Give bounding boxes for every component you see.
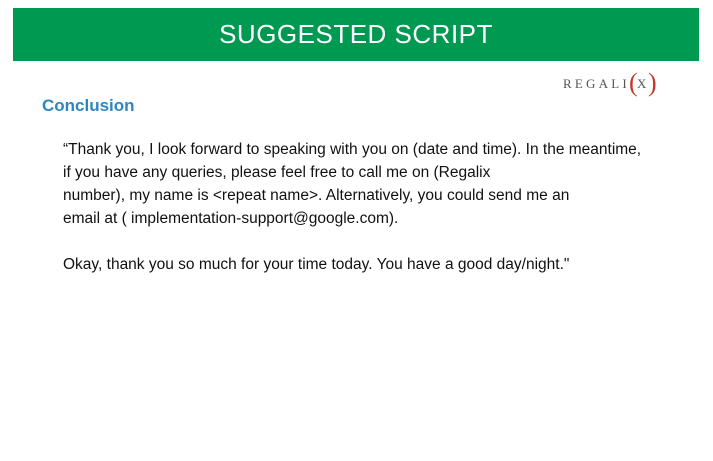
script-line: if you have any queries, please feel fre… <box>63 164 491 181</box>
logo-letters: REGALI <box>563 76 630 91</box>
script-line: “Thank you, I look forward to speaking w… <box>63 141 642 158</box>
section-title: Conclusion <box>42 96 135 115</box>
regalix-logo: REGALI ( X ) <box>563 68 657 97</box>
script-line: number), my name is <repeat name>. Alter… <box>63 187 570 204</box>
header-bar: SUGGESTED SCRIPT <box>13 8 699 61</box>
logo-paren-right: ) <box>648 68 657 97</box>
script-line: email at ( implementation-support@google… <box>63 210 399 227</box>
script-closing: Okay, thank you so much for your time to… <box>63 256 570 273</box>
page-title: SUGGESTED SCRIPT <box>219 19 493 49</box>
script-body: “Thank you, I look forward to speaking w… <box>63 138 683 276</box>
logo-x: X <box>637 76 647 91</box>
